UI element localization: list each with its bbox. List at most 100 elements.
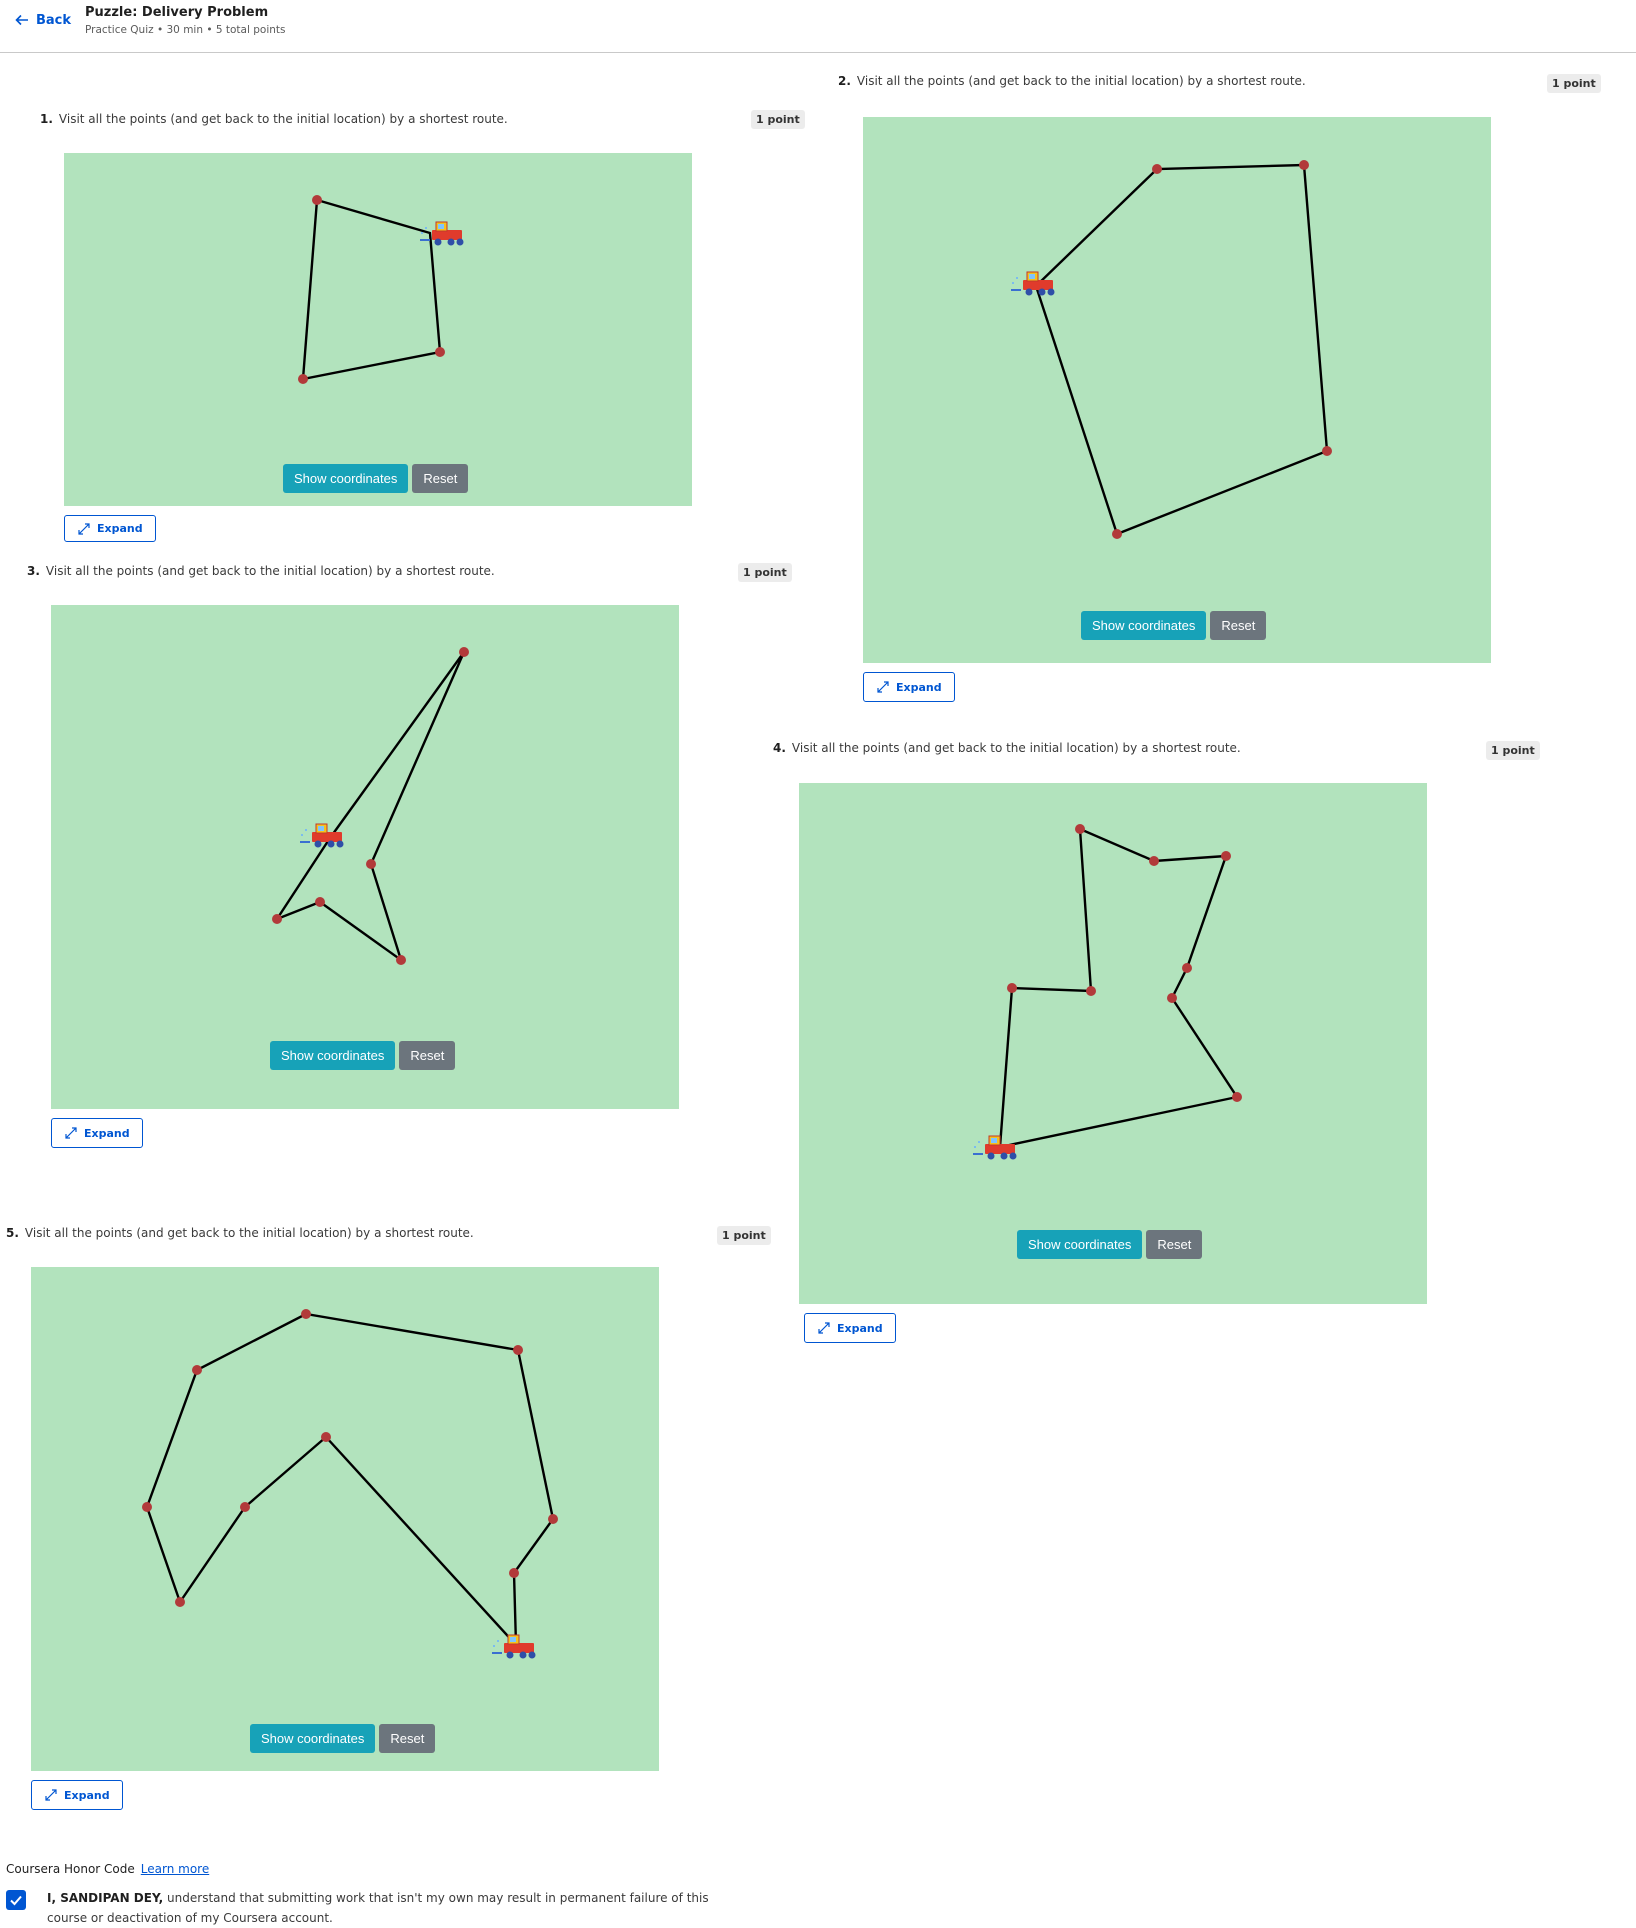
delivery-truck-icon[interactable] [298, 820, 350, 850]
route-point[interactable] [272, 914, 282, 924]
route-line [145, 1312, 555, 1646]
question-2-canvas[interactable]: Show coordinates Reset [863, 117, 1491, 663]
expand-button[interactable]: Expand [863, 672, 955, 702]
quiz-title: Puzzle: Delivery Problem [85, 5, 269, 20]
route-point[interactable] [175, 1597, 185, 1607]
show-coordinates-button[interactable]: Show coordinates [270, 1041, 396, 1070]
question-3-prompt: 3. Visit all the points (and get back to … [27, 564, 495, 578]
question-2-route [1034, 160, 1332, 539]
question-3-route [272, 647, 469, 965]
delivery-truck-icon[interactable] [418, 218, 470, 248]
question-2-controls: Show coordinates Reset [1081, 611, 1267, 640]
question-3-points: 1 point [738, 563, 792, 582]
route-point[interactable] [1086, 986, 1096, 996]
question-1-points: 1 point [751, 110, 805, 129]
question-4-canvas[interactable]: Show coordinates Reset [799, 783, 1427, 1304]
expand-arrows-icon [877, 681, 889, 693]
question-5-canvas[interactable]: Show coordinates Reset [31, 1267, 659, 1771]
route-line [273, 651, 466, 964]
question-4-route [998, 824, 1242, 1149]
route-point[interactable] [1007, 983, 1017, 993]
route-point[interactable] [1152, 164, 1162, 174]
honor-code-title: Coursera Honor Code [6, 1862, 135, 1876]
question-3-canvas[interactable]: Show coordinates Reset [51, 605, 679, 1109]
expand-button[interactable]: Expand [64, 515, 156, 542]
route-point[interactable] [1221, 851, 1231, 861]
expand-label: Expand [837, 1321, 883, 1335]
learn-more-link[interactable]: Learn more [141, 1862, 209, 1876]
show-coordinates-button[interactable]: Show coordinates [283, 464, 409, 493]
question-4-controls: Show coordinates Reset [1017, 1230, 1203, 1259]
show-coordinates-button[interactable]: Show coordinates [1017, 1230, 1143, 1259]
expand-label: Expand [64, 1788, 110, 1802]
question-5-prompt: 5. Visit all the points (and get back to … [6, 1226, 474, 1240]
route-point[interactable] [192, 1365, 202, 1375]
route-line [1034, 163, 1329, 536]
route-point[interactable] [509, 1568, 519, 1578]
honor-code-statement: I, SANDIPAN DEY, understand that submitt… [47, 1888, 727, 1928]
honor-code-heading: Coursera Honor Code Learn more [6, 1862, 209, 1876]
delivery-truck-icon[interactable] [971, 1132, 1023, 1162]
reset-button[interactable]: Reset [399, 1041, 456, 1070]
question-1-number: 1. [40, 112, 53, 126]
route-point[interactable] [396, 955, 406, 965]
question-1-prompt: 1. Visit all the points (and get back to … [40, 112, 508, 126]
route-point[interactable] [321, 1432, 331, 1442]
route-point[interactable] [548, 1514, 558, 1524]
route-point[interactable] [312, 195, 322, 205]
delivery-truck-icon[interactable] [490, 1631, 542, 1661]
honor-code-checkbox[interactable] [6, 1890, 26, 1910]
expand-button[interactable]: Expand [31, 1780, 123, 1810]
show-coordinates-button[interactable]: Show coordinates [1081, 611, 1207, 640]
reset-button[interactable]: Reset [379, 1724, 436, 1753]
question-5-number: 5. [6, 1226, 19, 1240]
route-point[interactable] [1322, 446, 1332, 456]
question-1-controls: Show coordinates Reset [283, 464, 469, 493]
question-5-points: 1 point [717, 1226, 771, 1245]
route-point[interactable] [459, 647, 469, 657]
route-point[interactable] [1149, 856, 1159, 866]
expand-label: Expand [84, 1126, 130, 1140]
route-point[interactable] [142, 1502, 152, 1512]
route-line [998, 827, 1239, 1149]
expand-label: Expand [896, 680, 942, 694]
reset-button[interactable]: Reset [1210, 611, 1267, 640]
route-point[interactable] [1232, 1092, 1242, 1102]
question-4-text: Visit all the points (and get back to th… [791, 741, 1241, 755]
route-point[interactable] [298, 374, 308, 384]
route-point[interactable] [435, 347, 445, 357]
expand-arrows-icon [65, 1127, 77, 1139]
route-point[interactable] [1112, 529, 1122, 539]
route-point[interactable] [240, 1502, 250, 1512]
route-point[interactable] [1182, 963, 1192, 973]
expand-arrows-icon [78, 522, 90, 535]
question-1-canvas[interactable]: Show coordinates Reset [64, 153, 692, 506]
delivery-truck-icon[interactable] [1009, 268, 1061, 298]
show-coordinates-button[interactable]: Show coordinates [250, 1724, 376, 1753]
route-point[interactable] [315, 897, 325, 907]
quiz-subtitle: Practice Quiz • 30 min • 5 total points [85, 24, 286, 36]
expand-button[interactable]: Expand [804, 1313, 896, 1343]
route-point[interactable] [1167, 993, 1177, 1003]
route-point[interactable] [366, 859, 376, 869]
route-point[interactable] [1299, 160, 1309, 170]
route-point[interactable] [513, 1345, 523, 1355]
question-2-prompt: 2. Visit all the points (and get back to … [838, 74, 1306, 88]
expand-label: Expand [97, 522, 143, 535]
question-5-route [142, 1309, 558, 1646]
learner-name: I, SANDIPAN DEY, [47, 1891, 164, 1905]
quiz-header: Back Puzzle: Delivery Problem Practice Q… [0, 0, 1636, 53]
expand-button[interactable]: Expand [51, 1118, 143, 1148]
reset-button[interactable]: Reset [1146, 1230, 1203, 1259]
route-point[interactable] [301, 1309, 311, 1319]
reset-button[interactable]: Reset [412, 464, 469, 493]
back-label: Back [36, 12, 72, 28]
question-3-controls: Show coordinates Reset [270, 1041, 456, 1070]
question-4-number: 4. [773, 741, 786, 755]
question-3-number: 3. [27, 564, 40, 578]
back-button[interactable]: Back [14, 12, 71, 28]
question-3-text: Visit all the points (and get back to th… [45, 564, 495, 578]
expand-arrows-icon [818, 1322, 830, 1334]
arrow-left-icon [15, 14, 28, 26]
route-point[interactable] [1075, 824, 1085, 834]
